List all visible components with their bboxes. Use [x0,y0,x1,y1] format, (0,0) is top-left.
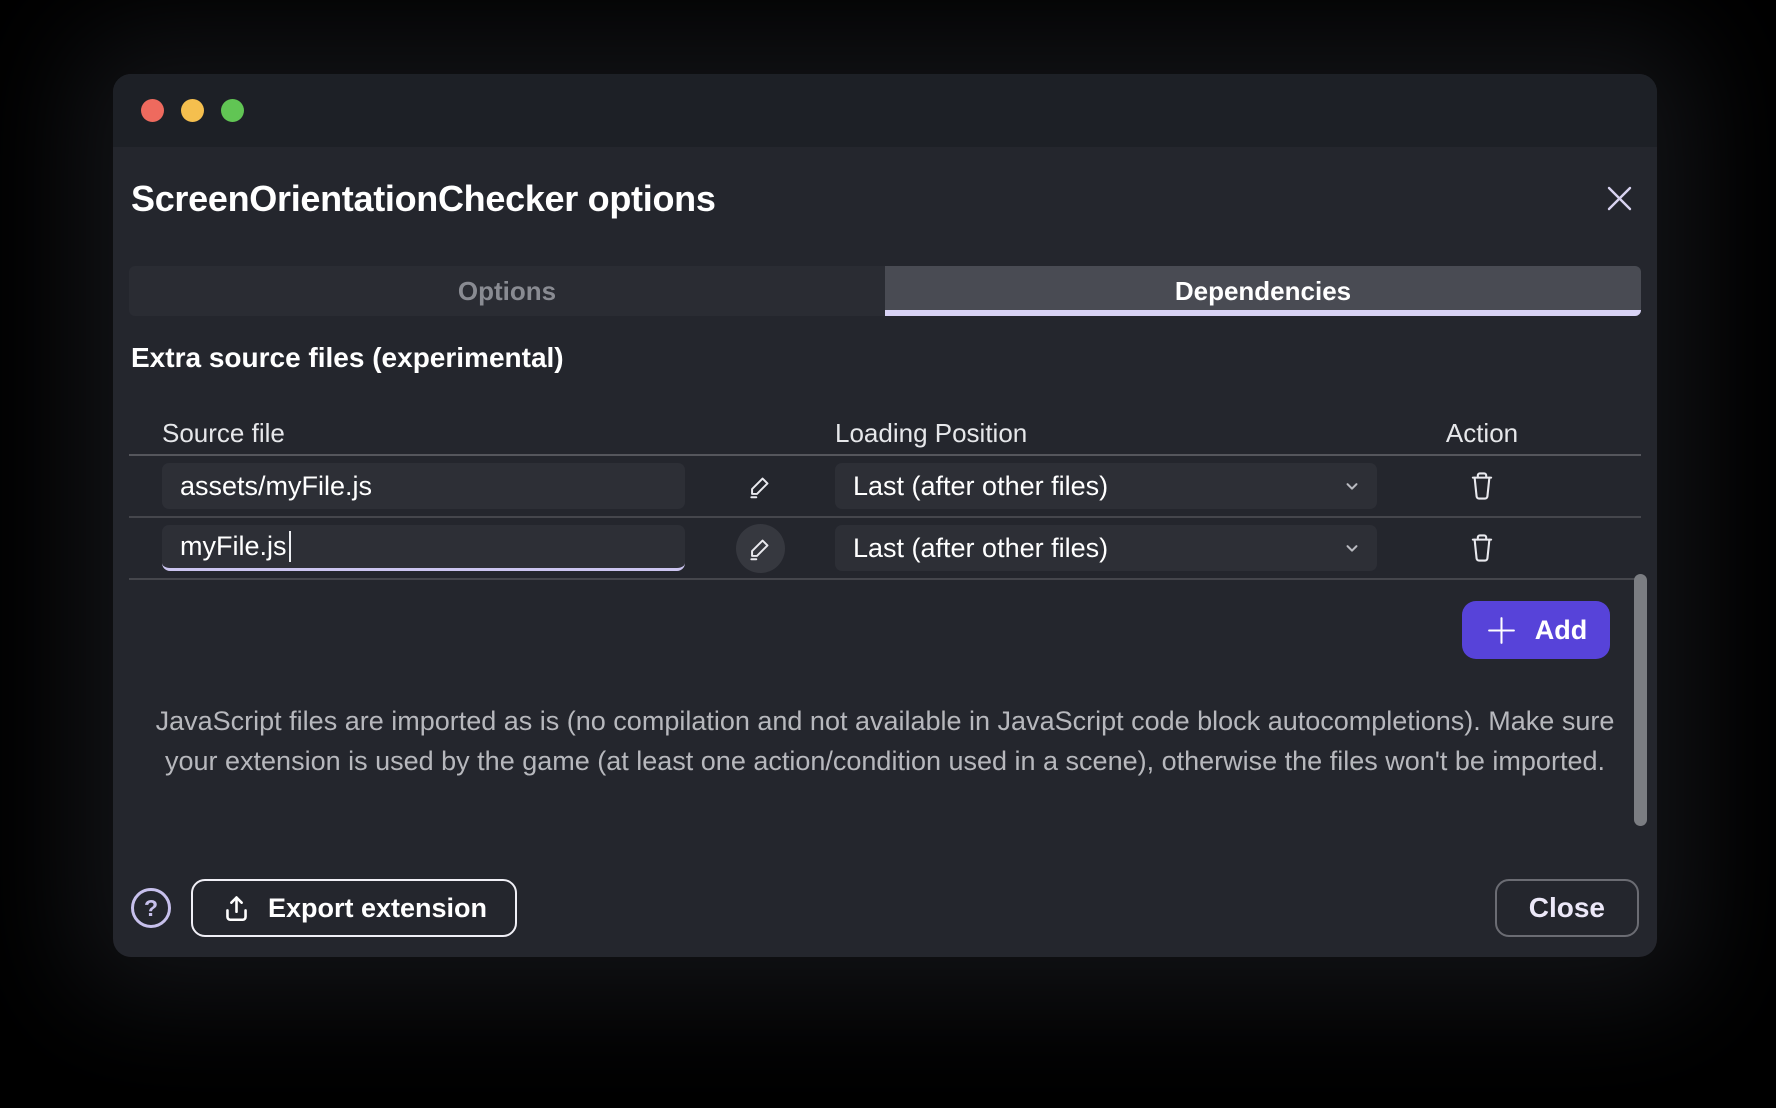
edit-button[interactable] [736,524,785,573]
dialog-window: ScreenOrientationChecker options Options… [113,74,1657,957]
export-extension-button[interactable]: Export extension [191,879,517,937]
edit-icon-wrap [736,524,785,573]
chevron-down-icon [1343,539,1361,557]
tab-options[interactable]: Options [129,266,885,316]
upload-icon [221,893,252,924]
source-file-input[interactable] [162,463,685,509]
delete-row-button[interactable] [1467,470,1497,502]
column-header-action: Action [1446,418,1518,449]
plus-icon [1485,614,1518,647]
dialog-body: ScreenOrientationChecker options Options… [113,147,1657,957]
table-row: myFile.js Last (after other fil [129,518,1641,580]
footer: ? Export extension Close [129,879,1641,941]
table-header-row: Source file Loading Position Action [129,412,1641,456]
loading-position-select[interactable]: Last (after other files) [835,463,1377,509]
page-title: ScreenOrientationChecker options [129,178,716,220]
zoom-traffic-light-icon[interactable] [221,99,244,122]
trash-icon [1467,470,1497,502]
dialog-header: ScreenOrientationChecker options [129,177,1641,220]
edit-icon-wrap [746,472,774,500]
close-traffic-light-icon[interactable] [141,99,164,122]
edit-button[interactable] [746,472,774,500]
loading-position-select[interactable]: Last (after other files) [835,525,1377,571]
info-note: JavaScript files are imported as is (no … [146,701,1624,781]
text-cursor [289,531,291,562]
minimize-traffic-light-icon[interactable] [181,99,204,122]
table-row: Last (after other files) [129,456,1641,518]
trash-icon [1467,532,1497,564]
tab-bar: Options Dependencies [129,266,1641,316]
tab-dependencies[interactable]: Dependencies [885,266,1641,316]
section-heading: Extra source files (experimental) [129,342,1641,374]
close-dialog-button[interactable] [1598,177,1641,220]
pencil-icon [746,472,774,500]
column-header-source-file: Source file [162,418,685,449]
add-button-label: Add [1535,615,1587,646]
traffic-lights [141,99,244,122]
selected-option-label: Last (after other files) [853,471,1108,502]
chevron-down-icon [1343,477,1361,495]
add-button[interactable]: Add [1462,601,1610,659]
input-text: myFile.js [180,531,287,562]
column-header-loading-position: Loading Position [835,418,1377,449]
add-row: Add [129,601,1641,659]
delete-row-button[interactable] [1467,532,1497,564]
source-file-input[interactable]: myFile.js [162,525,685,571]
selected-option-label: Last (after other files) [853,533,1108,564]
help-button[interactable]: ? [131,888,171,928]
macos-titlebar [113,74,1657,147]
question-mark-icon: ? [144,895,158,922]
source-files-table: Source file Loading Position Action [129,412,1641,580]
export-button-label: Export extension [268,893,487,924]
close-icon [1604,183,1635,214]
close-button[interactable]: Close [1495,879,1639,937]
vertical-scrollbar[interactable] [1634,574,1647,826]
pencil-icon [746,534,774,562]
